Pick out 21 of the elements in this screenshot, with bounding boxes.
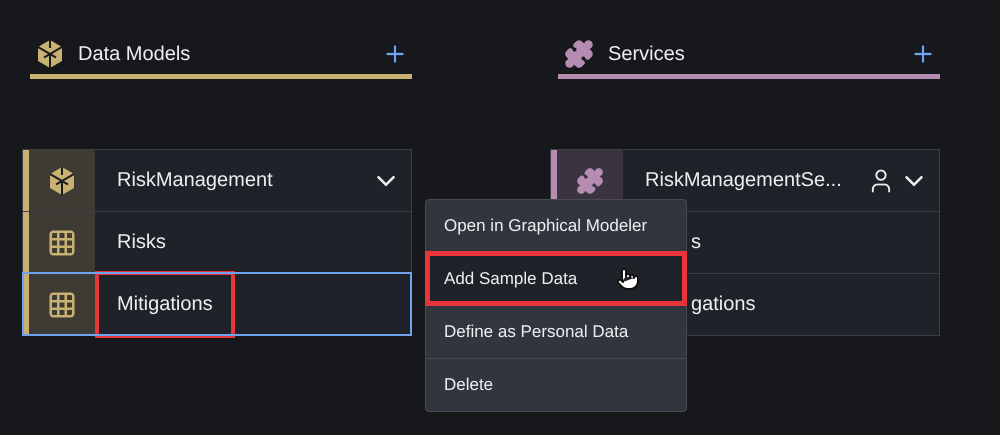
hand-cursor-icon	[616, 267, 640, 291]
menu-item[interactable]: Define as Personal Data	[426, 305, 686, 358]
entity-name: Mitigations	[95, 271, 235, 338]
entity-name: s	[691, 231, 701, 254]
menu-item[interactable]: Add Sample Data	[426, 252, 686, 305]
cube-icon	[36, 39, 64, 69]
table-icon	[47, 228, 77, 258]
section-title: Data Models	[78, 42, 192, 66]
menu-item[interactable]: Delete	[426, 358, 686, 411]
card-title: RiskManagement	[117, 169, 273, 192]
card-title: RiskManagementSe...	[645, 169, 842, 192]
entity-name: Risks	[117, 231, 166, 254]
entity-name: gations	[691, 293, 756, 316]
cube-icon	[48, 166, 76, 196]
puzzle-icon	[576, 166, 604, 194]
table-icon	[47, 290, 77, 320]
entity-row[interactable]: Risks	[23, 211, 411, 273]
card-header-row[interactable]: RiskManagement	[23, 150, 411, 211]
entity-row[interactable]: Mitigations	[23, 273, 411, 335]
puzzle-icon	[564, 39, 594, 69]
section-title: Services	[608, 42, 686, 66]
